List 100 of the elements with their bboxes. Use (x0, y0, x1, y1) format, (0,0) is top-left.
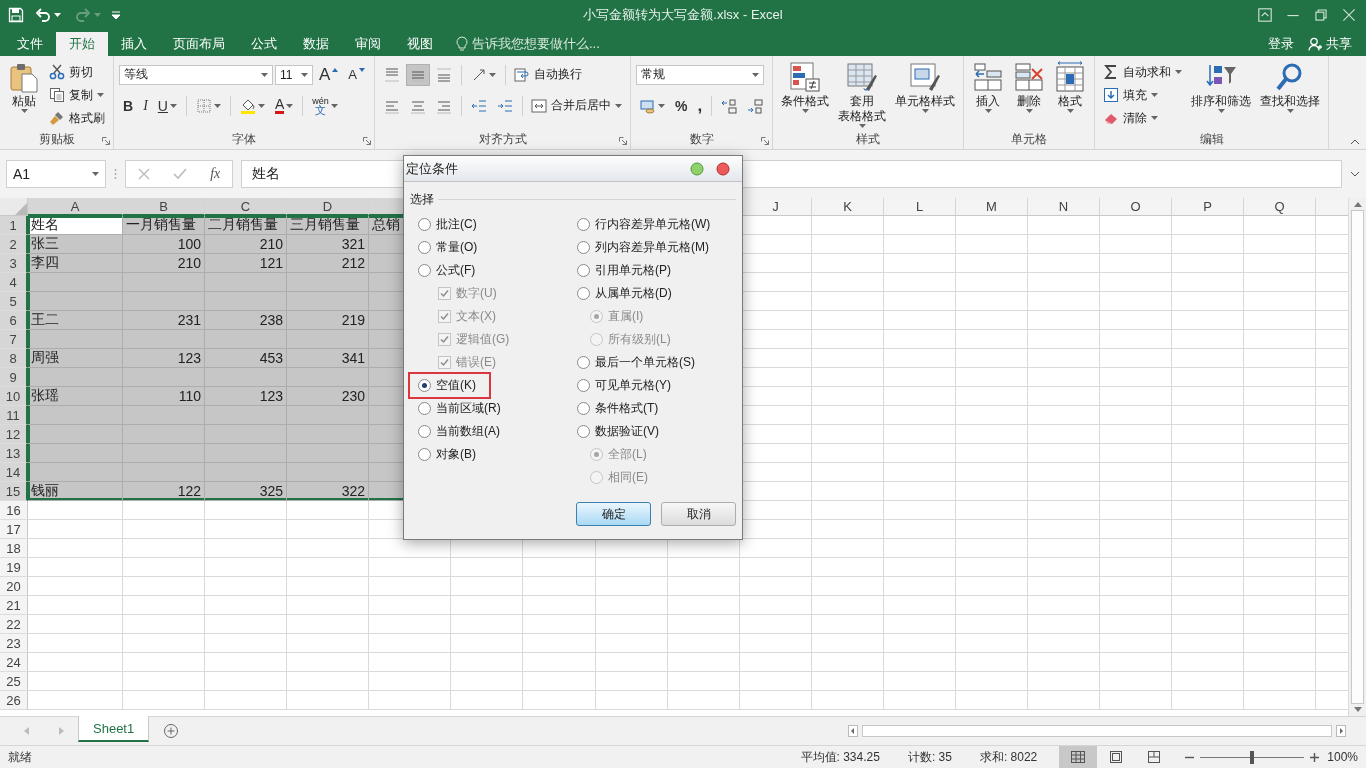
row-header[interactable]: 26 (0, 691, 28, 710)
column-header[interactable]: Q (1244, 198, 1316, 216)
column-header[interactable]: J (740, 198, 812, 216)
column-header[interactable]: M (956, 198, 1028, 216)
underline-button[interactable]: U (153, 94, 181, 117)
row-header[interactable]: 8 (0, 349, 28, 368)
radio-button[interactable] (577, 218, 590, 231)
cut-button[interactable]: 剪切 (46, 61, 108, 83)
row-header[interactable]: 1 (0, 216, 28, 235)
radio-button[interactable] (577, 379, 590, 392)
row-header[interactable]: 16 (0, 501, 28, 520)
select-all-corner[interactable] (0, 198, 28, 216)
customize-caret-icon[interactable] (112, 11, 120, 19)
insert-button[interactable]: 插入 (969, 59, 1008, 115)
column-header[interactable]: D (287, 198, 369, 216)
fill-button[interactable]: 填充 (1100, 84, 1186, 106)
ribbon-tab[interactable]: 审阅 (342, 32, 394, 56)
row-header[interactable]: 17 (0, 520, 28, 539)
cell-styles-button[interactable]: 单元格样式 (892, 59, 959, 115)
font-field[interactable]: 等线 (119, 64, 273, 85)
dialog-launcher-icon[interactable] (761, 137, 770, 145)
copy-button[interactable]: 复制 (46, 84, 108, 106)
grow-font-button[interactable]: A (315, 63, 343, 86)
row-header[interactable]: 7 (0, 330, 28, 349)
save-icon[interactable] (8, 7, 24, 23)
row-header[interactable]: 21 (0, 596, 28, 615)
column-header[interactable]: O (1100, 198, 1172, 216)
phonetic-guide-button[interactable]: wén 文 (308, 94, 342, 117)
sign-in-link[interactable]: 登录 (1268, 35, 1294, 53)
row-header[interactable]: 15 (0, 482, 28, 501)
row-header[interactable]: 4 (0, 273, 28, 292)
row-header[interactable]: 12 (0, 425, 28, 444)
horizontal-scrollbar[interactable] (848, 725, 1346, 737)
row-header[interactable]: 25 (0, 672, 28, 691)
italic-button[interactable]: I (139, 94, 152, 117)
radio-button[interactable] (577, 356, 590, 369)
format-button[interactable]: 格式 (1051, 59, 1090, 115)
ribbon-tab[interactable]: 数据 (290, 32, 342, 56)
dialog-button[interactable]: 确定 (576, 502, 651, 526)
merge-center-button[interactable]: 合并后居中 (528, 94, 625, 117)
slider-thumb[interactable] (1250, 750, 1255, 764)
column-header[interactable]: B (123, 198, 205, 216)
number-format-field[interactable]: 常规 (636, 64, 764, 85)
align-middle-button[interactable] (406, 63, 430, 86)
column-header[interactable]: C (205, 198, 287, 216)
radio-button[interactable] (418, 241, 431, 254)
find-select-button[interactable]: 查找和选择 (1257, 59, 1324, 115)
clear-button[interactable]: 清除 (1100, 107, 1186, 129)
ribbon-tab[interactable]: 页面布局 (160, 32, 238, 56)
row-header[interactable]: 6 (0, 311, 28, 330)
row-header[interactable]: 19 (0, 558, 28, 577)
bold-button[interactable]: B (119, 94, 138, 117)
dialog-launcher-icon[interactable] (619, 137, 627, 145)
radio-button[interactable] (418, 448, 431, 461)
font-color-button[interactable]: A (270, 94, 298, 117)
insert-function-button[interactable]: fx (210, 166, 221, 182)
normal-view-button[interactable] (1059, 746, 1098, 768)
ribbon-tab[interactable]: 开始 (56, 32, 108, 56)
column-header[interactable]: A (28, 198, 123, 216)
close-icon[interactable] (716, 161, 730, 176)
font-size-field[interactable]: 11 (275, 64, 313, 85)
sort-filter-button[interactable]: 排序和筛选 (1188, 59, 1255, 115)
radio-button[interactable] (418, 218, 431, 231)
delete-button[interactable]: 删除 (1010, 59, 1049, 115)
add-sheet-icon[interactable] (163, 723, 180, 739)
wrap-text-button[interactable]: 自动换行 (511, 63, 585, 86)
dialog-launcher-icon[interactable] (102, 137, 110, 145)
round-button-icon[interactable] (690, 161, 704, 176)
format-as-table-button[interactable]: 套用 表格格式 (835, 59, 890, 130)
row-header[interactable]: 23 (0, 634, 28, 653)
radio-button[interactable] (577, 287, 590, 300)
radio-button[interactable] (418, 425, 431, 438)
column-header[interactable]: P (1172, 198, 1244, 216)
row-header[interactable]: 5 (0, 292, 28, 311)
autosum-button[interactable]: 自动求和 (1100, 61, 1186, 83)
ribbon-tab[interactable]: 视图 (394, 32, 446, 56)
column-header[interactable]: K (812, 198, 884, 216)
percent-style-button[interactable]: % (671, 94, 692, 117)
cancel-icon[interactable] (137, 168, 150, 180)
conditional-formatting-button[interactable]: 条件格式 (778, 59, 833, 115)
row-header[interactable]: 14 (0, 463, 28, 482)
vertical-scrollbar[interactable] (1348, 198, 1366, 716)
column-header[interactable]: L (884, 198, 956, 216)
paste-button[interactable]: 粘贴 (5, 59, 43, 115)
row-header[interactable]: 2 (0, 235, 28, 254)
tell-me-field[interactable]: 告诉我您想要做什么... (446, 32, 610, 56)
shrink-font-button[interactable]: A (344, 63, 369, 86)
dialog-button[interactable]: 取消 (661, 502, 736, 526)
column-header[interactable]: N (1028, 198, 1100, 216)
row-header[interactable]: 22 (0, 615, 28, 634)
down-arrow-icon[interactable] (1353, 707, 1362, 712)
radio-button[interactable] (577, 264, 590, 277)
zoom-in-icon[interactable] (1310, 752, 1320, 762)
checkmark-icon[interactable] (172, 168, 187, 180)
collapse-ribbon-icon[interactable] (1350, 139, 1360, 145)
row-header[interactable]: 10 (0, 387, 28, 406)
radio-button[interactable] (418, 379, 431, 392)
ribbon-tab[interactable]: 插入 (108, 32, 160, 56)
row-header[interactable]: 3 (0, 254, 28, 273)
restore-icon[interactable] (1312, 6, 1330, 24)
